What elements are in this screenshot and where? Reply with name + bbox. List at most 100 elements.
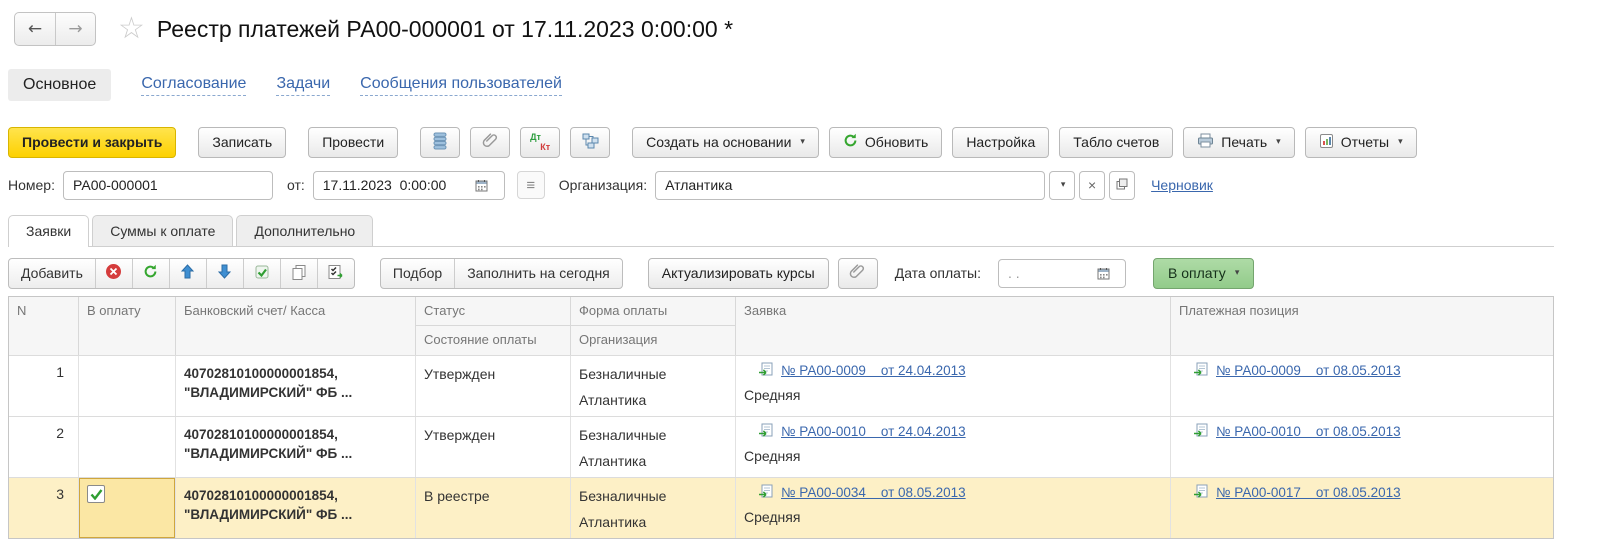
reports-button[interactable]: Отчеты ▾ (1305, 127, 1417, 158)
tab-approval[interactable]: Согласование (141, 75, 246, 96)
payment-position-cell: № РА00-0009 от 08.05.2013 (1171, 356, 1553, 416)
copy-icon (291, 264, 307, 283)
document-link-icon (1193, 362, 1210, 379)
number-field[interactable]: РА00-000001 (63, 171, 273, 200)
table-row[interactable]: 1 40702810100000001854, "ВЛАДИМИРСКИЙ" Ф… (9, 355, 1553, 416)
col-to-pay[interactable]: В оплату (79, 297, 176, 355)
tab-main[interactable]: Основное (8, 69, 111, 101)
to-pay-cell[interactable] (79, 417, 176, 477)
tab-tasks[interactable]: Задачи (276, 75, 330, 96)
to-pay-cell[interactable] (79, 478, 176, 538)
refresh-button[interactable]: Обновить (829, 127, 942, 158)
debit-credit-icon: ДтКт (530, 132, 550, 152)
register-records-button[interactable] (420, 127, 460, 158)
accounts-board-button[interactable]: Табло счетов (1059, 127, 1173, 158)
settings-button[interactable]: Настройка (952, 127, 1049, 158)
related-documents-button[interactable] (570, 127, 610, 158)
check-document-icon (254, 264, 270, 283)
request-link[interactable]: № РА00-0009 от 24.04.2013 (781, 363, 966, 378)
refresh-icon (143, 264, 158, 282)
to-pay-checkbox[interactable] (87, 485, 105, 503)
chevron-down-icon: ▾ (800, 137, 805, 147)
tab-additional[interactable]: Дополнительно (236, 215, 373, 246)
organization-dropdown-button[interactable]: ▾ (1049, 171, 1075, 200)
history-nav-group: ← → (14, 12, 96, 46)
paperclip-icon (482, 132, 499, 152)
refresh-label: Обновить (865, 134, 928, 150)
date-field[interactable]: 17.11.2023 0:00:00 (313, 171, 505, 200)
pay-date-field[interactable]: . . (998, 259, 1126, 288)
payment-position-link[interactable]: № РА00-0017 от 08.05.2013 (1216, 485, 1401, 500)
priority-value: Средняя (744, 379, 1162, 405)
grid-fill-group: Подбор Заполнить на сегодня (380, 258, 623, 289)
refresh-rows-button[interactable] (132, 259, 169, 288)
forward-button[interactable]: → (55, 13, 95, 45)
status-cell: В реестре (416, 478, 571, 538)
page-title: Реестр платежей РА00-000001 от 17.11.202… (157, 16, 733, 43)
col-status[interactable]: Статус Состояние оплаты (416, 297, 571, 355)
status-cell: Утвержден (416, 417, 571, 477)
attachments-button[interactable] (470, 127, 510, 158)
col-organization-label: Организация (571, 326, 735, 355)
tab-amounts-to-pay[interactable]: Суммы к оплате (92, 215, 233, 246)
save-button[interactable]: Записать (198, 127, 286, 158)
main-toolbar: Провести и закрыть Записать Провести ДтК… (8, 126, 1600, 158)
organization-clear-button[interactable]: × (1079, 171, 1105, 200)
add-row-button[interactable]: Добавить (9, 259, 95, 288)
favorite-star-icon[interactable]: ☆ (118, 14, 145, 44)
col-payment-form[interactable]: Форма оплаты Организация (571, 297, 736, 355)
table-row[interactable]: 3 40702810100000001854, "ВЛАДИМИРСКИЙ" Ф… (9, 477, 1553, 538)
window-header: ← → ☆ Реестр платежей РА00-000001 от 17.… (14, 10, 1600, 48)
print-button[interactable]: Печать ▾ (1183, 127, 1294, 158)
move-up-button[interactable] (169, 259, 206, 288)
menu-icon[interactable]: ≡ (517, 171, 545, 199)
post-and-close-button[interactable]: Провести и закрыть (8, 127, 176, 158)
create-based-on-button[interactable]: Создать на основании ▾ (632, 127, 819, 158)
tab-user-messages[interactable]: Сообщения пользователей (360, 75, 562, 96)
col-payment-position[interactable]: Платежная позиция (1171, 297, 1553, 355)
request-link[interactable]: № РА00-0010 от 24.04.2013 (781, 424, 966, 439)
col-payment-form-label: Форма оплаты (571, 297, 735, 326)
draft-link[interactable]: Черновик (1151, 177, 1213, 193)
pick-button[interactable]: Подбор (381, 259, 454, 288)
request-cell: № РА00-0009 от 24.04.2013 Средняя (736, 356, 1171, 416)
toggle-flags-button[interactable] (317, 259, 354, 288)
priority-value: Средняя (744, 501, 1162, 527)
tab-requests[interactable]: Заявки (8, 215, 89, 247)
calendar-icon[interactable] (469, 172, 495, 199)
set-flags-button[interactable] (243, 259, 280, 288)
grid-edit-group: Добавить (8, 258, 355, 289)
fill-today-button[interactable]: Заполнить на сегодня (454, 259, 622, 288)
payment-position-link[interactable]: № РА00-0009 от 08.05.2013 (1216, 363, 1401, 378)
table-row[interactable]: 2 40702810100000001854, "ВЛАДИМИРСКИЙ" Ф… (9, 416, 1553, 477)
move-down-button[interactable] (206, 259, 243, 288)
payment-form-cell: Безналичные Атлантика (571, 417, 736, 477)
col-payment-state-label: Состояние оплаты (416, 326, 570, 355)
delete-row-button[interactable] (95, 259, 132, 288)
chevron-down-icon: ▾ (1061, 180, 1066, 190)
to-payment-button[interactable]: В оплату ▾ (1153, 258, 1254, 289)
flags-document-icon (327, 264, 344, 283)
payment-position-cell: № РА00-0010 от 08.05.2013 (1171, 417, 1553, 477)
col-n[interactable]: N (9, 297, 79, 355)
row-number: 2 (9, 417, 79, 477)
organization-field[interactable]: Атлантика (655, 171, 1045, 200)
requests-table: N В оплату Банковский счет/ Касса Статус… (8, 296, 1554, 539)
organization-open-button[interactable] (1109, 171, 1135, 200)
post-button[interactable]: Провести (308, 127, 398, 158)
col-request[interactable]: Заявка (736, 297, 1171, 355)
request-link[interactable]: № РА00-0034 от 08.05.2013 (781, 485, 966, 500)
payment-position-link[interactable]: № РА00-0010 от 08.05.2013 (1216, 424, 1401, 439)
copy-row-button[interactable] (280, 259, 317, 288)
request-cell: № РА00-0034 от 08.05.2013 Средняя (736, 478, 1171, 538)
calendar-icon[interactable] (1090, 260, 1116, 287)
col-account[interactable]: Банковский счет/ Касса (176, 297, 416, 355)
debit-credit-button[interactable]: ДтКт (520, 127, 560, 158)
chevron-down-icon: ▾ (1276, 137, 1281, 147)
back-button[interactable]: ← (15, 13, 55, 45)
document-link-icon (758, 423, 775, 440)
to-pay-cell[interactable] (79, 356, 176, 416)
update-rates-button[interactable]: Актуализировать курсы (648, 258, 829, 289)
row-attachments-button[interactable] (838, 258, 878, 289)
payment-form-cell: Безналичные Атлантика (571, 478, 736, 538)
